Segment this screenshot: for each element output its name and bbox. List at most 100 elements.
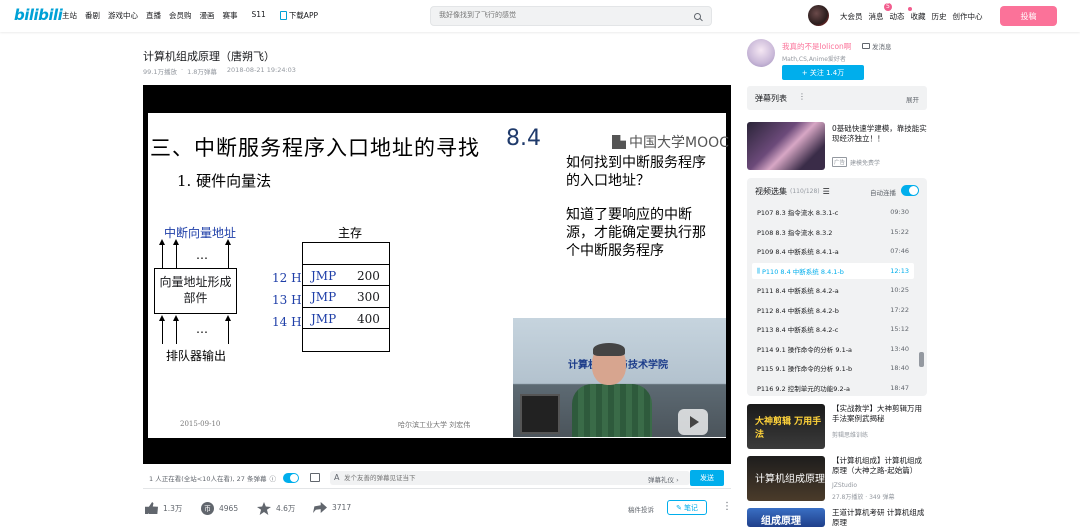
recommended-video[interactable]: 计算机组成原理 【计算机组成】计算机组成原理（大神之路-起始篇） JZStudi… <box>747 456 927 504</box>
memory-table: JMP 200 JMP 300 JMP 400 <box>302 242 390 352</box>
episode-item[interactable]: P112 8.4 中断系统 8.4.2-b 17:22 <box>752 302 914 318</box>
send-danmaku-button[interactable]: 发送 <box>690 470 724 486</box>
nav-favorites[interactable]: 收藏 <box>911 11 926 22</box>
user-nav: 大会员 消息 动态 收藏 历史 创作中心 <box>840 11 983 22</box>
recommended-video[interactable]: 组成原理 王道计算机考研 计算机组成原理 <box>747 508 927 527</box>
address-12h: 12 H <box>272 271 302 285</box>
nav-creator-center[interactable]: 创作中心 <box>953 11 983 22</box>
danmaku-list-menu-icon[interactable]: ⋮ <box>798 92 806 101</box>
uploader-description: Math,CS,Anime爱好者 <box>782 56 846 63</box>
queue-output-label: 排队器输出 <box>166 349 227 363</box>
recommended-thumbnail[interactable]: 大神剪辑 万用手法 <box>747 404 825 449</box>
episode-item[interactable]: P108 8.3 指令流水 8.3.2 15:22 <box>752 224 914 240</box>
mooc-brand: 中国大学MOOC <box>612 132 729 152</box>
search-input[interactable] <box>439 11 669 19</box>
play-count: 99.1万播放 <box>143 68 177 76</box>
memory-row: JMP 200 <box>303 265 389 287</box>
list-icon[interactable]: ☰ <box>823 187 830 196</box>
episode-item[interactable]: P107 8.3 指令流水 8.3.1-c 09:30 <box>752 204 914 220</box>
recommended-title[interactable]: 【计算机组成】计算机组成原理（大神之路-起始篇） <box>832 456 927 476</box>
slide-question-1: 如何找到中断服务程序的入口地址？ <box>566 155 706 189</box>
ad-thumbnail[interactable] <box>747 122 825 170</box>
danmaku-toggle[interactable] <box>283 473 299 483</box>
note-label: 笔记 <box>683 503 698 512</box>
edit-icon: ✎ <box>676 503 682 512</box>
nav-item-esports[interactable]: 赛事 <box>223 10 238 21</box>
report-link[interactable]: 稿件投诉 <box>628 504 654 514</box>
episode-item[interactable]: P111 8.4 中断系统 8.4.2-a 10:25 <box>752 282 914 298</box>
send-message-label: 发消息 <box>872 43 892 51</box>
arrow <box>158 315 166 344</box>
autoplay-label: 自动连播 <box>870 189 896 197</box>
thumbnail-text: 大神剪辑 万用手法 <box>755 417 822 440</box>
ellipsis-bottom: … <box>196 322 208 336</box>
danmaku-input[interactable] <box>330 471 690 485</box>
arrow <box>172 239 180 268</box>
vector-address-unit-label: 向量地址形成部件 <box>159 275 232 305</box>
slide-question-2: 知道了要响应的中断源，才能确定要执行那个中断服务程序 <box>566 207 706 259</box>
font-style-icon[interactable]: A <box>334 473 339 482</box>
like-count: 1.3万 <box>163 503 183 513</box>
nav-item-games[interactable]: 游戏中心 <box>108 10 138 21</box>
watching-count: 1 人正在看(全站<10人在看), 27 条弹幕 <box>149 474 267 483</box>
follow-button[interactable]: + 关注 1.4万 <box>782 65 864 80</box>
video-title: 计算机组成原理（唐朔飞） <box>143 50 275 63</box>
favorite-button[interactable]: 4.6万 <box>257 502 295 515</box>
danmaku-settings-icon[interactable] <box>310 473 320 482</box>
upload-button[interactable]: 投稿 <box>1000 6 1057 26</box>
ad-badge: 广告 <box>832 157 848 167</box>
like-button[interactable]: 1.3万 <box>145 502 182 514</box>
danmaku-list-expand[interactable]: 展开 <box>906 94 919 104</box>
recommended-title[interactable]: 王道计算机考研 计算机组成原理 <box>832 508 927 528</box>
ad-title[interactable]: 0基础快速学建模，靠技能实现经济独立！！ <box>832 124 927 144</box>
note-button[interactable]: ✎ 笔记 <box>667 500 707 515</box>
share-button[interactable]: 3717 <box>313 502 351 513</box>
episode-list-title: 视频选集 <box>755 187 787 196</box>
search-button[interactable] <box>685 9 709 23</box>
main-nav: 主站 番剧 游戏中心 直播 会员购 漫画 赛事 S11 下载APP <box>62 10 318 21</box>
more-options-icon[interactable]: ⋮ <box>722 501 732 512</box>
recommended-author: 剪辑思维训练 <box>832 432 869 439</box>
uploader-avatar[interactable] <box>747 39 775 67</box>
episode-item[interactable]: P113 8.4 中断系统 8.4.2-c 15:12 <box>752 321 914 337</box>
nav-item-manga[interactable]: 漫画 <box>200 10 215 21</box>
user-avatar[interactable] <box>808 5 829 26</box>
danmaku-list-title: 弹幕列表 <box>755 94 787 103</box>
episode-item-active[interactable]: ⫼ P110 8.4 中断系统 8.4.1-b 12:13 <box>752 263 914 279</box>
nav-item-s11[interactable]: S11 <box>252 10 266 21</box>
uploader-name[interactable]: 我真的不是lolicon啊 <box>782 41 851 52</box>
nav-item-shop[interactable]: 会员购 <box>169 10 192 21</box>
search-icon <box>693 12 701 20</box>
autoplay-toggle[interactable] <box>901 185 919 196</box>
download-app-link[interactable]: 下载APP <box>279 10 318 21</box>
slide-footer-date: 2015-09-10 <box>180 420 221 428</box>
nav-history[interactable]: 历史 <box>932 11 947 22</box>
bilibili-logo[interactable]: bilibili <box>14 6 63 24</box>
share-count: 3717 <box>332 503 352 512</box>
episode-scrollbar[interactable] <box>919 352 924 367</box>
phone-icon <box>279 11 287 20</box>
recommended-title[interactable]: 【实战教学】大神剪辑万用手法案例武揭秘 <box>832 404 927 424</box>
nav-dynamics[interactable]: 动态 <box>890 11 905 22</box>
recommended-thumbnail[interactable]: 计算机组成原理 <box>747 456 825 501</box>
nav-item-live[interactable]: 直播 <box>146 10 161 21</box>
danmaku-etiquette-link[interactable]: 弹幕礼仪 › <box>648 474 679 484</box>
help-icon[interactable]: ⓘ <box>269 473 276 483</box>
coin-button[interactable]: 币 4965 <box>201 502 238 515</box>
nav-item-anime[interactable]: 番剧 <box>85 10 100 21</box>
recommended-video[interactable]: 大神剪辑 万用手法 【实战教学】大神剪辑万用手法案例武揭秘 剪辑思维训练 <box>747 404 927 452</box>
recommended-author: JZStudio <box>832 482 857 489</box>
episode-item[interactable]: P109 8.4 中断系统 8.4.1-a 07:46 <box>752 243 914 259</box>
nav-vip[interactable]: 大会员 <box>840 11 863 22</box>
nav-item-home[interactable]: 主站 <box>62 10 77 21</box>
episode-item[interactable]: P116 9.2 控制单元的功能9.2-a 18:47 <box>752 380 914 396</box>
episode-item[interactable]: P114 9.1 操作命令的分析 9.1-a 13:40 <box>752 341 914 357</box>
episode-item[interactable]: P115 9.1 操作命令的分析 9.1-b 18:40 <box>752 360 914 376</box>
danmaku-count: 1.8万弹幕 <box>187 68 217 76</box>
play-icon[interactable] <box>678 409 708 435</box>
nav-messages[interactable]: 消息 <box>869 11 884 22</box>
search-box <box>430 6 712 26</box>
recommended-thumbnail[interactable]: 组成原理 <box>747 508 825 527</box>
publish-date: 2018-08-21 19:24:03 <box>226 66 296 74</box>
send-message-link[interactable]: 发消息 <box>862 41 892 51</box>
